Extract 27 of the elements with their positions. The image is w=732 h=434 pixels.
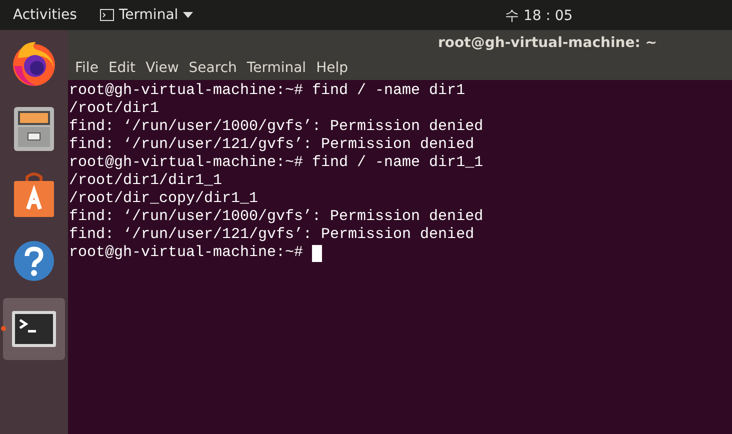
activities-button[interactable]: Activities <box>0 7 98 23</box>
menu-item[interactable]: Help <box>311 60 353 76</box>
terminal-line: root@gh-virtual-machine:~# find / -name dir1 <box>69 82 466 100</box>
clock[interactable]: 수 18 : 05 <box>505 7 573 25</box>
menu-item[interactable]: Search <box>184 60 242 76</box>
terminal-icon <box>100 9 114 21</box>
terminal-line: find: ‘/run/user/121/gvfs’: Permission denied <box>69 226 474 244</box>
terminal-line: /root/dir_copy/dir1_1 <box>69 190 258 208</box>
terminal-icon <box>11 310 57 348</box>
terminal-line: /root/dir1/dir1_1 <box>69 172 222 190</box>
terminal-line: /root/dir1 <box>69 100 160 118</box>
menu-item[interactable]: File <box>70 60 104 76</box>
caret-icon <box>183 12 194 18</box>
terminal-line: find: ‘/run/user/1000/gvfs’: Permission denied <box>69 118 484 136</box>
menu-item[interactable]: Edit <box>103 60 141 76</box>
terminal-line: root@gh-virtual-machine:~# <box>69 244 304 262</box>
help-icon <box>13 240 55 282</box>
app-menu[interactable]: Terminal <box>100 7 194 23</box>
shopping-bag-icon <box>12 171 56 219</box>
file-cabinet-icon <box>12 105 56 153</box>
terminal-line: find: ‘/run/user/121/gvfs’: Permission denied <box>69 136 474 154</box>
terminal-line: find: ‘/run/user/1000/gvfs’: Permission denied <box>69 208 484 226</box>
dock-item[interactable] <box>3 298 65 360</box>
window-title: root@gh-virtual-machine: ~ <box>438 35 657 51</box>
terminal-line: root@gh-virtual-machine:~# find / -name dir1_1 <box>69 154 484 172</box>
menu-item[interactable]: Terminal <box>242 60 312 76</box>
menu-item[interactable]: View <box>140 60 184 76</box>
